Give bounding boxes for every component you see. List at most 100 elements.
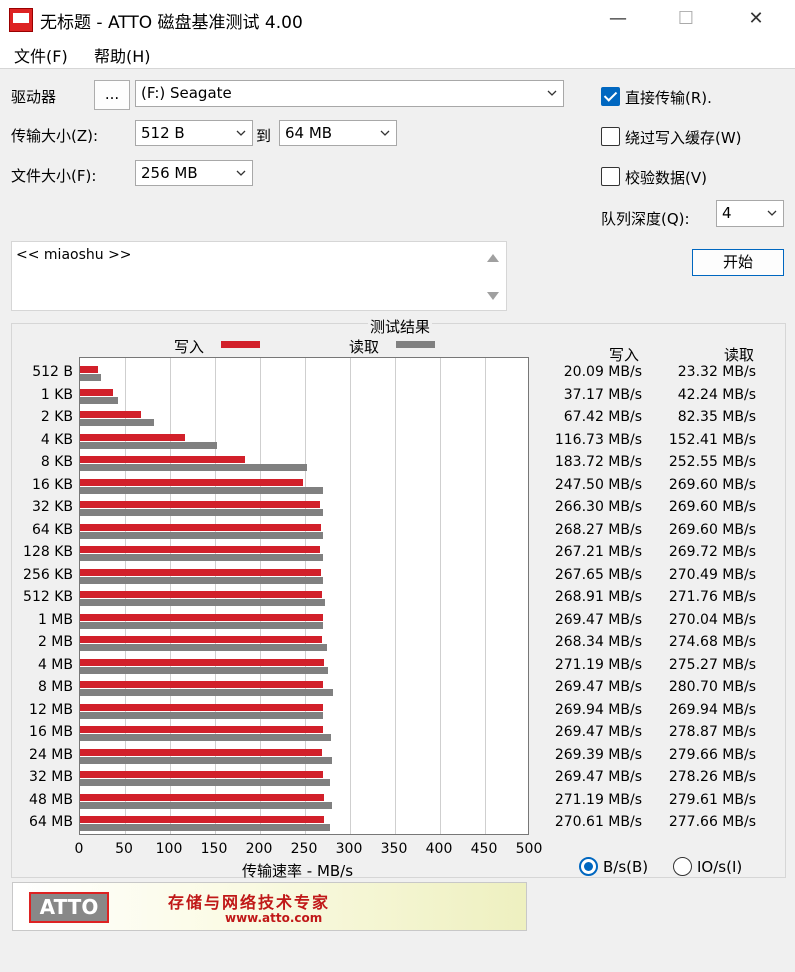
window-title: 无标题 - ATTO 磁盘基准测试 4.00 (40, 13, 303, 33)
read-value: 278.87 MB/s (668, 724, 756, 740)
write-bar (80, 456, 246, 463)
write-bar (80, 613, 323, 621)
transfer-size-row-label: 64 KB (31, 521, 73, 538)
write-value: 269.47 MB/s (554, 769, 642, 785)
scroll-up-icon[interactable] (487, 254, 499, 262)
chevron-down-icon (236, 130, 246, 136)
read-bar (80, 576, 324, 584)
write-bar (80, 591, 323, 598)
x-tick-label: 350 (380, 841, 408, 857)
x-tick-label: 500 (515, 841, 543, 857)
read-value: 279.66 MB/s (668, 746, 756, 763)
transfer-size-row-label: 128 KB (23, 544, 73, 560)
direct-io-checkbox[interactable] (601, 87, 620, 106)
read-bar (80, 419, 155, 426)
write-value: 183.72 MB/s (554, 454, 642, 470)
transfer-size-row-label: 512 B (32, 364, 73, 380)
read-bar (80, 396, 119, 404)
drive-select-value: (F:) Seagate (141, 84, 232, 102)
write-value: 270.61 MB/s (554, 814, 642, 830)
units-bytes-radio[interactable] (579, 857, 598, 876)
legend-write-label: 写入 (174, 338, 205, 356)
transfer-to-select[interactable]: 64 MB (279, 120, 397, 146)
read-bar (80, 779, 331, 786)
legend-write-swatch (221, 341, 260, 348)
browse-button[interactable]: ... (94, 80, 130, 110)
title-bar: 无标题 - ATTO 磁盘基准测试 4.00 — ☐ ✕ (0, 0, 795, 38)
write-bar (80, 568, 321, 576)
bypass-cache-checkbox[interactable] (601, 127, 620, 146)
read-value: 82.35 MB/s (677, 409, 756, 425)
read-bar (80, 666, 328, 674)
read-bar (80, 554, 323, 561)
chevron-down-icon (547, 90, 557, 96)
menu-file[interactable]: 文件(F) (14, 43, 68, 67)
write-value: 116.73 MB/s (554, 431, 642, 448)
read-value: 269.94 MB/s (668, 701, 756, 718)
x-tick-label: 300 (335, 841, 363, 857)
transfer-size-row-label: 2 KB (40, 409, 73, 425)
chevron-down-icon (236, 170, 246, 176)
drive-label: 驱动器 (11, 88, 57, 106)
write-bar (80, 366, 99, 373)
transfer-size-row-label: 4 KB (40, 431, 73, 448)
read-bar (80, 374, 101, 381)
write-value: 266.30 MB/s (554, 499, 642, 515)
transfer-size-row-label: 512 KB (23, 589, 73, 605)
write-value: 268.27 MB/s (554, 521, 642, 538)
transfer-size-row-label: 32 MB (29, 769, 73, 785)
file-size-select[interactable]: 256 MB (135, 160, 253, 186)
queue-depth-select[interactable]: 4 (716, 200, 784, 227)
write-value: 37.17 MB/s (563, 386, 642, 403)
verify-data-checkbox[interactable] (601, 167, 620, 186)
write-value: 269.47 MB/s (554, 724, 642, 740)
x-tick-label: 400 (425, 841, 453, 857)
x-tick-label: 450 (470, 841, 498, 857)
write-bar (80, 681, 323, 688)
read-value: 269.60 MB/s (668, 476, 756, 493)
legend-read-label: 读取 (349, 338, 380, 356)
maximize-button[interactable]: ☐ (663, 6, 709, 32)
drive-select[interactable]: (F:) Seagate (135, 80, 564, 107)
atto-banner[interactable]: ATTO 存储与网络技术专家 www.atto.com (12, 882, 527, 931)
write-value: 20.09 MB/s (563, 364, 642, 380)
write-bar (80, 771, 323, 778)
throughput-chart (79, 357, 529, 835)
write-bar (80, 501, 320, 508)
minimize-button[interactable]: — (595, 6, 641, 32)
start-button[interactable]: 开始 (692, 249, 784, 276)
read-bar (80, 464, 308, 471)
read-bar (80, 621, 324, 629)
transfer-to-value: 64 MB (285, 124, 333, 142)
read-column-header: 读取 (724, 346, 755, 364)
transfer-size-row-label: 8 KB (40, 454, 73, 470)
write-bar (80, 703, 323, 711)
chart-gridline (440, 358, 441, 834)
write-column-header: 写入 (609, 346, 640, 364)
transfer-from-select[interactable]: 512 B (135, 120, 253, 146)
read-bar (80, 531, 323, 539)
write-value: 267.65 MB/s (554, 566, 642, 583)
direct-io-label: 直接传输(R). (625, 89, 712, 107)
read-bar (80, 734, 331, 741)
read-bar (80, 509, 323, 516)
chart-gridline (395, 358, 396, 834)
results-title: 测试结果 (368, 316, 433, 337)
write-value: 269.47 MB/s (554, 679, 642, 695)
write-bar (80, 816, 324, 823)
write-value: 268.91 MB/s (554, 589, 642, 605)
scroll-down-icon[interactable] (487, 292, 499, 300)
description-textarea[interactable]: << miaoshu >> (11, 241, 507, 311)
close-button[interactable]: ✕ (733, 6, 779, 32)
write-value: 269.47 MB/s (554, 611, 642, 628)
x-axis-label: 传输速率 - MB/s (242, 862, 354, 880)
queue-depth-value: 4 (722, 204, 732, 222)
read-value: 152.41 MB/s (668, 431, 756, 448)
units-io-radio[interactable] (673, 857, 692, 876)
read-bar (80, 711, 323, 719)
write-bar (80, 523, 322, 531)
menu-help[interactable]: 帮助(H) (94, 43, 151, 67)
transfer-size-row-label: 4 MB (37, 656, 73, 673)
transfer-size-row-label: 256 KB (23, 566, 73, 583)
write-bar (80, 726, 323, 733)
